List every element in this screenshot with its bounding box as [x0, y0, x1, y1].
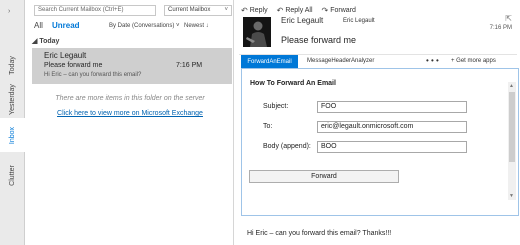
to-field[interactable]: eric@legault.onmicrosoft.com — [317, 121, 467, 133]
collapse-group-icon: ◢ — [32, 38, 38, 45]
expand-header-icon[interactable]: ⇱ — [505, 14, 512, 23]
more-items-note: There are more items in this folder on t… — [55, 95, 205, 102]
filter-bar: All Unread By Date (Conversations) ˅ New… — [34, 21, 230, 33]
scroll-down-icon[interactable]: ▼ — [509, 193, 514, 199]
reply-icon: ↶ — [241, 6, 248, 15]
to-label: To: — [263, 123, 273, 130]
sender-avatar — [243, 17, 271, 47]
more-addins-icon[interactable]: • • • — [426, 56, 439, 65]
reply-button[interactable]: ↶ Reply — [241, 5, 268, 16]
expand-folder-pane-icon[interactable]: › — [8, 8, 10, 15]
nav-item-inbox[interactable]: Inbox — [0, 118, 25, 152]
reading-pane: ↶ Reply ↶ Reply All ↷ Forward Eric Legau… — [235, 0, 520, 245]
group-header-label: Today — [39, 38, 60, 45]
message-body: Hi Eric – can you forward this email? Th… — [247, 230, 392, 237]
reply-all-icon: ↶ — [276, 6, 284, 15]
nav-item-clutter[interactable]: Clutter — [0, 158, 25, 192]
forward-message-button[interactable]: ↷ Forward — [322, 5, 356, 16]
chevron-down-icon: ˅ — [224, 7, 228, 13]
filter-unread[interactable]: Unread — [52, 21, 80, 30]
filter-all[interactable]: All — [34, 21, 43, 30]
tab-forward-an-email[interactable]: ForwardAnEmail — [241, 55, 298, 68]
search-input[interactable]: Search Current Mailbox (Ctrl+E) — [34, 5, 156, 16]
sender-name[interactable]: Eric Legault — [281, 16, 323, 25]
message-list-item[interactable]: Eric Legault Please forward me 7:16 PM H… — [32, 48, 232, 84]
scroll-up-icon[interactable]: ▲ — [509, 83, 514, 89]
message-preview: Hi Eric – can you forward this email? — [44, 72, 142, 78]
message-sender: Eric Legault — [44, 51, 87, 60]
get-more-apps-link[interactable]: + Get more apps — [451, 58, 496, 64]
group-header-today[interactable]: ◢ Today — [32, 37, 59, 45]
subject-label: Subject: — [263, 103, 289, 110]
search-scope-dropdown[interactable]: Current Mailbox ˅ — [164, 5, 232, 16]
addin-scrollbar[interactable]: ▲ ▼ — [508, 82, 516, 200]
folder-nav-rail: › Today Yesterday Inbox Clutter — [0, 0, 25, 245]
reply-all-button[interactable]: ↶ Reply All — [277, 5, 313, 16]
subject-field[interactable]: FOO — [317, 101, 467, 113]
scrollbar-thumb[interactable] — [509, 92, 515, 162]
sent-time: 7:16 PM — [489, 25, 512, 31]
message-actions: ↶ Reply ↶ Reply All ↷ Forward — [241, 5, 356, 16]
sort-by-dropdown[interactable]: By Date (Conversations) ˅ — [109, 23, 180, 29]
search-placeholder: Search Current Mailbox (Ctrl+E) — [38, 7, 124, 13]
message-subject-heading: Please forward me — [281, 35, 357, 45]
forward-button[interactable]: Forward — [249, 170, 399, 183]
nav-item-today[interactable]: Today — [0, 48, 25, 82]
message-subject: Please forward me — [44, 62, 103, 69]
body-label: Body (append): — [263, 143, 311, 150]
sort-order-toggle[interactable]: Newest ↓ — [184, 23, 209, 29]
recipient-name[interactable]: Eric Legault — [343, 18, 375, 24]
nav-item-yesterday[interactable]: Yesterday — [0, 82, 25, 116]
view-more-on-server-link[interactable]: Click here to view more on Microsoft Exc… — [26, 110, 234, 117]
search-scope-value: Current Mailbox — [168, 7, 211, 13]
addin-tab-bar: ForwardAnEmail MessageHeaderAnalyzer • •… — [241, 55, 519, 68]
tab-message-header-analyzer[interactable]: MessageHeaderAnalyzer — [307, 58, 374, 64]
message-list-pane: Search Current Mailbox (Ctrl+E) Current … — [26, 0, 234, 245]
addin-frame: How To Forward An Email Subject: FOO To:… — [241, 68, 519, 216]
body-append-field[interactable]: BOO — [317, 141, 467, 153]
message-time: 7:16 PM — [176, 62, 203, 69]
addin-title: How To Forward An Email — [250, 80, 336, 87]
forward-icon: ↷ — [321, 6, 329, 15]
